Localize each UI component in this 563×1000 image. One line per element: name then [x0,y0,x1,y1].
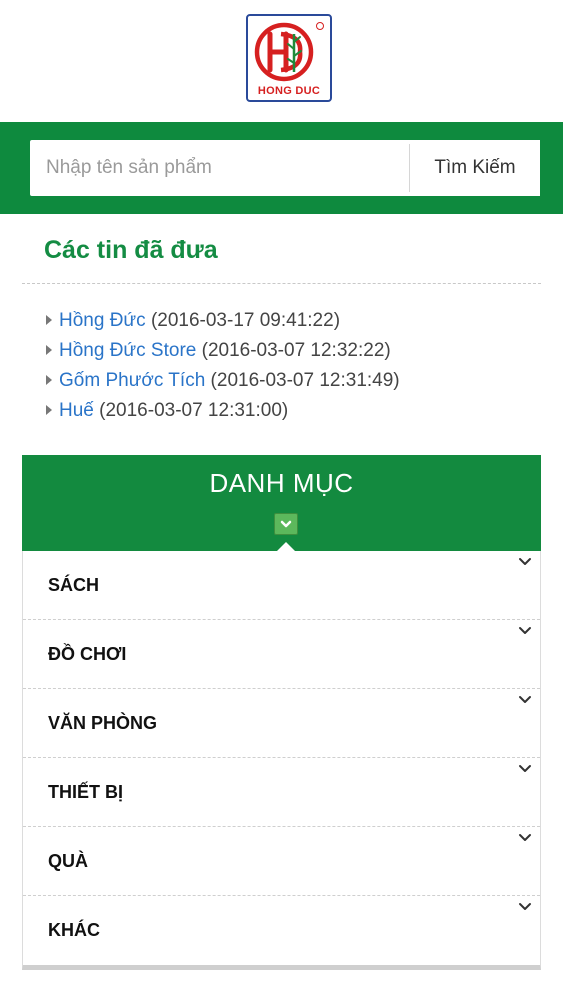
category-menu: DANH MỤC SÁCH ĐỒ CHƠI VĂN PHÒNG THIẾT BỊ… [22,455,541,970]
chevron-down-icon [519,627,531,634]
recent-post-date: (2016-03-17 09:41:22) [150,310,341,331]
bullet-triangle-icon [46,315,52,325]
chevron-down-icon [519,696,531,703]
search-bar: Tìm Kiếm [0,122,563,214]
category-item-khac[interactable]: KHÁC [23,896,540,965]
hong-duc-logo[interactable]: HONG DUC [246,14,332,102]
category-list: SÁCH ĐỒ CHƠI VĂN PHÒNG THIẾT BỊ QUÀ KHÁC [22,551,541,970]
category-item-qua[interactable]: QUÀ [23,827,540,896]
chevron-down-icon [519,834,531,841]
category-item-do-choi[interactable]: ĐỒ CHƠI [23,620,540,689]
recent-post-date: (2016-03-07 12:31:49) [210,370,400,391]
category-menu-header: DANH MỤC [22,455,541,552]
category-label: ĐỒ CHƠI [48,644,127,664]
bullet-triangle-icon [46,375,52,385]
category-label: VĂN PHÒNG [48,713,158,733]
logo-brand-text: HONG DUC [257,85,321,97]
recent-post-link[interactable]: Gốm Phước Tích [59,370,205,391]
category-item-thiet-bi[interactable]: THIẾT BỊ [23,758,540,827]
chevron-down-icon [519,558,531,565]
search-input[interactable] [30,140,380,196]
list-item: Gốm Phước Tích (2016-03-07 12:31:49) [46,366,400,396]
header: HONG DUC [0,0,563,122]
recent-post-date: (2016-03-07 12:32:22) [201,340,391,361]
list-item: Hồng Đức (2016-03-17 09:41:22) [46,306,400,336]
list-item: Huế (2016-03-07 12:31:00) [46,396,400,426]
list-item: Hồng Đức Store (2016-03-07 12:32:22) [46,336,400,366]
recent-post-date: (2016-03-07 12:31:00) [99,400,289,421]
category-item-van-phong[interactable]: VĂN PHÒNG [23,689,540,758]
search-button[interactable]: Tìm Kiếm [410,140,540,196]
bullet-triangle-icon [46,345,52,355]
recent-post-link[interactable]: Hồng Đức Store [59,340,196,361]
recent-posts-title: Các tin đã đưa [44,236,218,264]
chevron-down-icon [280,520,292,528]
category-label: SÁCH [48,575,100,595]
recent-posts-list: Hồng Đức (2016-03-17 09:41:22) Hồng Đức … [46,306,400,426]
category-menu-title: DANH MỤC [209,468,354,498]
category-label: KHÁC [48,920,100,940]
chevron-down-icon [519,765,531,772]
category-label: QUÀ [48,851,88,871]
recent-post-link[interactable]: Huế [59,400,94,421]
chevron-down-icon [519,903,531,910]
search-box: Tìm Kiếm [30,140,540,196]
bullet-triangle-icon [46,405,52,415]
recent-post-link[interactable]: Hồng Đức [59,310,146,331]
divider [22,283,541,284]
category-item-sach[interactable]: SÁCH [23,551,540,620]
category-menu-toggle-button[interactable] [274,513,298,535]
category-label: THIẾT BỊ [48,782,123,802]
